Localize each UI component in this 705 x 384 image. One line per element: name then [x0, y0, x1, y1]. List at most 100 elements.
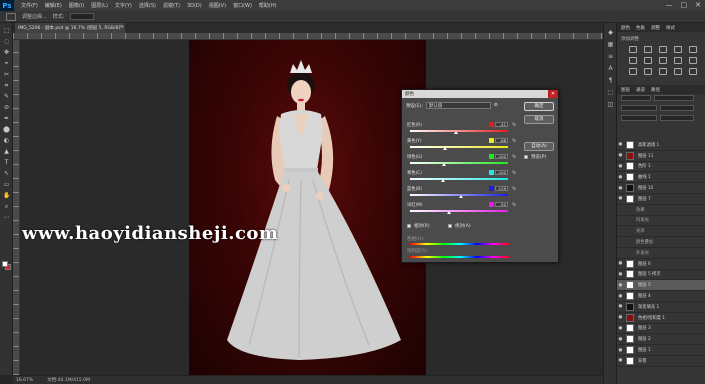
channel-slider-thumb[interactable]: [443, 147, 448, 150]
tool-button[interactable]: ⊘: [3, 104, 10, 111]
tool-button[interactable]: ⌗: [3, 82, 10, 89]
tab-paths[interactable]: 路径: [651, 87, 660, 93]
channel-value-field[interactable]: -100: [495, 170, 508, 175]
document-tab[interactable]: IMG_5206 - 副本.psd @ 16.7% (图层 5, RGB/8) …: [15, 23, 125, 33]
tab-styles[interactable]: 样式: [666, 25, 675, 31]
channel-slider-track[interactable]: [410, 162, 508, 164]
visibility-eye-icon[interactable]: ●: [617, 326, 624, 331]
gradient-map-icon[interactable]: [674, 68, 682, 75]
tool-button[interactable]: ◐: [3, 137, 10, 144]
menu-edit[interactable]: 编辑(E): [45, 2, 62, 9]
channel-slider-track[interactable]: [410, 130, 508, 132]
visibility-eye-icon[interactable]: ●: [617, 337, 624, 342]
lock-icons[interactable]: [621, 115, 657, 121]
layer-filter-icons[interactable]: [654, 95, 694, 101]
visibility-eye-icon[interactable]: ●: [617, 261, 624, 266]
visibility-eye-icon[interactable]: ●: [617, 142, 624, 147]
preview-checkbox[interactable]: [524, 155, 528, 159]
visibility-eye-icon[interactable]: ●: [617, 283, 624, 288]
layer-row[interactable]: ● 图层 7: [617, 194, 705, 205]
style-select[interactable]: 正常: [70, 13, 95, 31]
absolute-radio[interactable]: [448, 224, 452, 228]
menu-filter[interactable]: 滤镜(T): [163, 2, 180, 9]
photo-filter-icon[interactable]: [674, 57, 682, 64]
dialog-title-bar[interactable]: 颜色 ✕: [402, 90, 558, 98]
panel-toggle-icon[interactable]: ¶: [607, 77, 614, 84]
tab-color[interactable]: 颜色: [621, 25, 630, 31]
channel-value-field[interactable]: +29: [495, 186, 508, 191]
channel-value-field[interactable]: -100: [495, 154, 508, 159]
visibility-eye-icon[interactable]: ●: [617, 272, 624, 277]
tool-preset-icon[interactable]: [6, 12, 16, 21]
preset-gear-icon[interactable]: ⚙: [494, 103, 498, 108]
channel-slider-track[interactable]: [410, 146, 508, 148]
tab-swatches[interactable]: 色板: [636, 25, 645, 31]
channel-mixer-icon[interactable]: [689, 57, 697, 64]
channel-value-field[interactable]: -41: [495, 122, 508, 127]
menu-window[interactable]: 窗口(W): [233, 2, 252, 9]
hue-saturation-icon[interactable]: [629, 57, 637, 64]
layer-row[interactable]: ● 图层 3: [617, 324, 705, 335]
visibility-eye-icon[interactable]: ●: [617, 294, 624, 299]
layer-row[interactable]: ● 图层 1: [617, 345, 705, 356]
channel-slider-thumb[interactable]: [454, 131, 459, 134]
channel-slider-thumb[interactable]: [442, 163, 447, 166]
channel-slider-thumb[interactable]: [458, 195, 463, 198]
menu-layer[interactable]: 图层(L): [91, 2, 108, 9]
layer-filter-select[interactable]: [621, 95, 651, 101]
color-balance-icon[interactable]: [644, 57, 652, 64]
tool-button[interactable]: ▭: [3, 181, 10, 188]
preset-select[interactable]: 默认值: [425, 102, 491, 109]
layer-effect-row[interactable]: 颜色叠加: [617, 237, 705, 248]
layer-row[interactable]: ● 图层 5 拷贝: [617, 270, 705, 281]
layer-row[interactable]: ● 图层 4: [617, 291, 705, 302]
visibility-eye-icon[interactable]: ●: [617, 186, 624, 191]
channel-slider-track[interactable]: [410, 178, 508, 180]
threshold-icon[interactable]: [659, 68, 667, 75]
menu-image[interactable]: 图像(I): [69, 2, 84, 9]
visibility-eye-icon[interactable]: ●: [617, 175, 624, 180]
tab-channels[interactable]: 通道: [636, 87, 645, 93]
tab-adjustments[interactable]: 调整: [651, 25, 660, 31]
relative-radio[interactable]: [407, 224, 411, 228]
visibility-eye-icon[interactable]: ●: [617, 358, 624, 363]
fill-field[interactable]: [660, 115, 694, 121]
channel-value-field[interactable]: -50: [495, 202, 508, 207]
layer-effect-row[interactable]: 光泽: [617, 226, 705, 238]
layer-effect-row[interactable]: 外发光: [617, 248, 705, 259]
tool-button[interactable]: ↖: [3, 170, 10, 177]
refine-edge-label[interactable]: 调整边缘...: [22, 13, 47, 20]
tool-button[interactable]: ✒: [3, 115, 10, 122]
layer-row[interactable]: ● 图层 10: [617, 183, 705, 194]
document-canvas[interactable]: [189, 40, 426, 375]
tool-button[interactable]: ▲: [3, 148, 10, 155]
zoom-level[interactable]: 16.67%: [16, 378, 33, 383]
tool-button[interactable]: ◌: [3, 38, 10, 45]
panel-toggle-icon[interactable]: ≡: [607, 53, 614, 60]
panel-toggle-icon[interactable]: A: [607, 65, 614, 72]
tool-button[interactable]: ⋯: [3, 214, 10, 221]
layer-row[interactable]: ● 图层 5: [617, 280, 705, 292]
tool-button[interactable]: ⌖: [3, 60, 10, 67]
tab-layers[interactable]: 图层: [621, 87, 630, 93]
channel-slider-thumb[interactable]: [441, 179, 446, 182]
panel-toggle-icon[interactable]: ⬚: [607, 89, 614, 96]
layer-row[interactable]: ● 渐变填充 1: [617, 302, 705, 313]
layer-row[interactable]: ● 背景: [617, 356, 705, 367]
menu-help[interactable]: 帮助(H): [259, 2, 277, 9]
black-white-icon[interactable]: [659, 57, 667, 64]
dialog-close-icon[interactable]: ✕: [548, 90, 558, 98]
menu-select[interactable]: 选择(S): [139, 2, 156, 9]
ok-button[interactable]: 确定: [524, 102, 554, 111]
layer-effect-row[interactable]: 效果: [617, 205, 705, 216]
minimize-icon[interactable]: —: [666, 1, 673, 9]
opacity-field[interactable]: [660, 105, 694, 111]
posterize-icon[interactable]: [644, 68, 652, 75]
brightness-icon[interactable]: [629, 46, 637, 53]
close-tab-icon[interactable]: ×: [119, 24, 123, 30]
layer-row[interactable]: ● 色相/饱和度 1: [617, 313, 705, 324]
menu-type[interactable]: 文字(Y): [115, 2, 132, 9]
tool-button[interactable]: T: [3, 159, 10, 166]
layer-row[interactable]: ● 曲线 1: [617, 172, 705, 184]
channel-slider-track[interactable]: [410, 210, 508, 212]
